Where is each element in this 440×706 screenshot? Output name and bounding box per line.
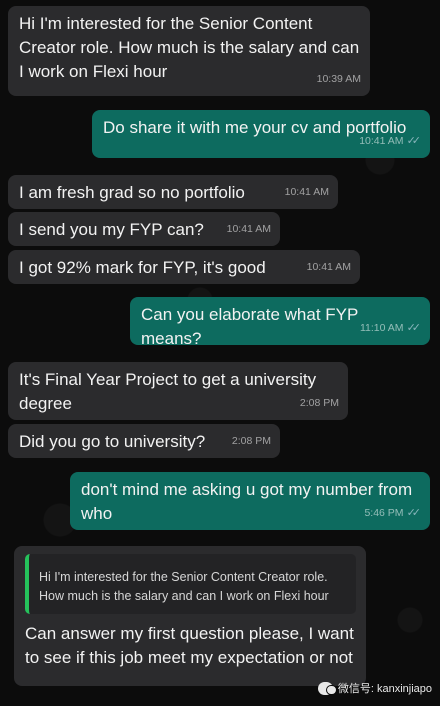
message-incoming[interactable]: It's Final Year Project to get a univers… — [8, 362, 348, 420]
message-meta: 10:41 AM — [285, 180, 329, 204]
message-time: 10:41 AM — [284, 186, 329, 198]
watermark: 微信号: kanxinjiapo — [317, 680, 432, 696]
message-meta: 5:46 PM ✓✓ — [364, 501, 421, 525]
message-time: 11:10 AM — [359, 322, 404, 334]
message-time: 10:39 AM — [316, 73, 361, 85]
message-text: I am fresh grad so no portfolio — [19, 183, 245, 202]
message-time: 10:41 AM — [306, 261, 351, 273]
message-meta: 2:08 PM — [300, 391, 339, 415]
message-time: 2:08 PM — [299, 397, 339, 409]
wechat-icon — [317, 681, 337, 695]
quoted-author — [39, 562, 348, 568]
message-text: Hi I'm interested for the Senior Content… — [19, 14, 360, 81]
read-receipt-icon: ✓✓ — [406, 322, 422, 334]
message-incoming[interactable]: Hi I'm interested for the Senior Content… — [8, 6, 370, 96]
message-incoming[interactable]: Did you go to university? 2:08 PM — [8, 424, 280, 458]
message-incoming[interactable]: I am fresh grad so no portfolio 10:41 AM — [8, 175, 338, 209]
quoted-message-text: Hi I'm interested for the Senior Content… — [39, 570, 329, 603]
message-time: 10:41 AM — [226, 223, 271, 235]
message-outgoing[interactable]: Can you elaborate what FYP means? 11:10 … — [130, 297, 430, 348]
message-time: 10:41 AM — [359, 135, 404, 147]
quoted-message[interactable]: Hi I'm interested for the Senior Content… — [25, 554, 356, 614]
message-time: 2:08 PM — [231, 435, 271, 447]
read-receipt-icon: ✓✓ — [406, 507, 422, 519]
message-outgoing[interactable]: Do share it with me your cv and portfoli… — [92, 110, 430, 158]
message-meta: 10:41 AM ✓✓ — [359, 129, 421, 153]
message-incoming[interactable]: I got 92% mark for FYP, it's good 10:41 … — [8, 250, 360, 284]
message-meta: 11:10 AM ✓✓ — [360, 316, 421, 340]
read-receipt-icon: ✓✓ — [406, 135, 422, 147]
message-meta: 2:08 PM — [232, 429, 271, 453]
message-outgoing[interactable]: don't mind me asking u got my number fro… — [70, 472, 430, 530]
message-time: 5:46 PM — [364, 507, 404, 519]
message-meta: 10:39 AM — [317, 67, 361, 91]
message-meta: 10:41 AM — [307, 255, 351, 279]
message-incoming-reply[interactable]: Hi I'm interested for the Senior Content… — [14, 546, 366, 686]
message-incoming[interactable]: I send you my FYP can? 10:41 AM — [8, 212, 280, 246]
message-meta: 10:41 AM — [227, 217, 271, 241]
message-text: Can answer my first question please, I w… — [25, 624, 354, 667]
message-text: It's Final Year Project to get a univers… — [19, 370, 317, 413]
message-text: I got 92% mark for FYP, it's good — [19, 258, 266, 277]
watermark-text: 微信号: kanxinjiapo — [337, 683, 432, 695]
